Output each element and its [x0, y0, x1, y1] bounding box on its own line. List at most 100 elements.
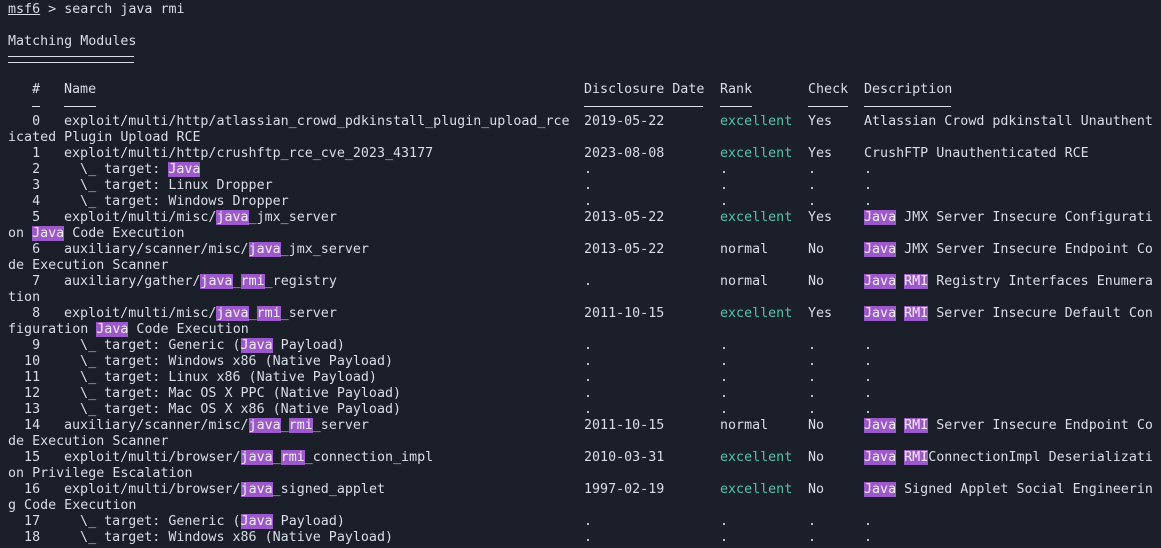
row-name: \_ target: Generic (Java Payload) — [64, 514, 345, 529]
row-num: 14 — [8, 418, 41, 433]
row-check: . — [808, 530, 817, 545]
row-desc: Java RMI Registry Interfaces Enumera — [864, 274, 1153, 289]
search-match-highlight: rmi — [280, 450, 305, 465]
row-num: 9 — [8, 338, 41, 353]
row-desc: Java RMI Server Insecure Endpoint Co — [864, 418, 1153, 433]
search-match-highlight: java — [240, 482, 273, 497]
row-rank: . — [720, 514, 729, 529]
row-rank: normal — [720, 418, 769, 433]
row-description-wrap: figuration Java Code Execution — [8, 322, 249, 337]
command-prompt-line: msf6 > search java rmi — [8, 2, 185, 18]
row-name: auxiliary/scanner/misc/java_rmi_server — [64, 418, 369, 433]
search-match-highlight: Java — [864, 482, 897, 497]
search-match-highlight: Java — [864, 418, 897, 433]
row-date: 2011-10-15 — [584, 418, 665, 433]
search-match-highlight: RMI — [904, 274, 929, 289]
search-match-highlight: Java — [240, 338, 273, 353]
search-match-highlight: RMI — [904, 450, 929, 465]
section-title: Matching Modules — [8, 34, 137, 49]
row-num: 5 — [8, 210, 41, 225]
row-date: 2013-05-22 — [584, 242, 665, 257]
row-name: auxiliary/scanner/misc/java_jmx_server — [64, 242, 369, 257]
row-desc: . — [864, 194, 873, 209]
row-date: . — [584, 162, 593, 177]
search-match-highlight: rmi — [256, 306, 281, 321]
row-num: 12 — [8, 386, 41, 401]
row-desc: CrushFTP Unauthenticated RCE — [864, 146, 1089, 161]
row-num: 1 — [8, 146, 41, 161]
row-description-wrap: icated Plugin Upload RCE — [8, 130, 201, 145]
row-rank: . — [720, 178, 729, 193]
row-check: No — [808, 482, 825, 497]
row-rank: excellent — [720, 114, 793, 129]
row-check: . — [808, 514, 817, 529]
row-description-wrap: g Code Execution — [8, 498, 137, 513]
header-check: Check — [808, 82, 849, 97]
row-check: . — [808, 194, 817, 209]
search-match-highlight: rmi — [240, 274, 265, 289]
row-rank: . — [720, 386, 729, 401]
row-rank: excellent — [720, 482, 793, 497]
search-match-highlight: Java — [864, 210, 897, 225]
row-desc: . — [864, 354, 873, 369]
row-num: 0 — [8, 114, 41, 129]
row-num: 2 — [8, 162, 41, 177]
row-check: Yes — [808, 210, 833, 225]
row-desc: Atlassian Crowd pdkinstall Unauthent — [864, 114, 1153, 129]
row-check: No — [808, 242, 825, 257]
row-check: No — [808, 274, 825, 289]
header-rule-description — [864, 106, 951, 107]
row-desc: . — [864, 402, 873, 417]
row-description-wrap: tion — [8, 290, 41, 305]
terminal-window[interactable]: msf6 > search java rmi Matching Modules … — [0, 0, 1161, 548]
row-date: 2023-08-08 — [584, 146, 665, 161]
row-description-wrap: de Execution Scanner — [8, 434, 169, 449]
search-match-highlight: java — [248, 242, 281, 257]
row-name: \_ target: Windows Dropper — [64, 194, 289, 209]
row-rank: normal — [720, 242, 769, 257]
row-name: \_ target: Java — [64, 162, 201, 177]
search-match-highlight: Java — [864, 306, 897, 321]
row-rank: . — [720, 162, 729, 177]
row-date: . — [584, 402, 593, 417]
row-desc: Java JMX Server Insecure Configurati — [864, 210, 1153, 225]
row-rank: normal — [720, 274, 769, 289]
row-date: . — [584, 386, 593, 401]
row-num: 18 — [8, 530, 41, 545]
row-name: \_ target: Linux Dropper — [64, 178, 273, 193]
prompt-separator: > — [40, 2, 65, 17]
row-name: \_ target: Generic (Java Payload) — [64, 338, 345, 353]
row-desc: Java RMI Server Insecure Default Con — [864, 306, 1153, 321]
row-rank: . — [720, 370, 729, 385]
search-match-highlight: java — [240, 450, 273, 465]
row-desc: . — [864, 386, 873, 401]
row-num: 3 — [8, 178, 41, 193]
header-rule-check — [808, 106, 848, 107]
row-rank: . — [720, 338, 729, 353]
row-check: . — [808, 338, 817, 353]
row-date: . — [584, 514, 593, 529]
row-name: \_ target: Linux x86 (Native Payload) — [64, 370, 377, 385]
row-name: \_ target: Mac OS X PPC (Native Payload) — [64, 386, 402, 401]
row-name: exploit/multi/browser/java_signed_applet — [64, 482, 385, 497]
row-num: 6 — [8, 242, 41, 257]
row-num: 13 — [8, 402, 41, 417]
row-name: exploit/multi/http/atlassian_crowd_pdkin… — [64, 114, 570, 129]
row-date: 2010-03-31 — [584, 450, 665, 465]
row-check: Yes — [808, 114, 833, 129]
search-match-highlight: Java — [96, 322, 129, 337]
row-num: 11 — [8, 370, 41, 385]
row-name: exploit/multi/misc/java_jmx_server — [64, 210, 337, 225]
row-rank: excellent — [720, 146, 793, 161]
row-name: \_ target: Windows x86 (Native Payload) — [64, 354, 393, 369]
row-desc: Java JMX Server Insecure Endpoint Co — [864, 242, 1153, 257]
row-rank: excellent — [720, 306, 793, 321]
row-name: exploit/multi/misc/java_rmi_server — [64, 306, 337, 321]
row-check: Yes — [808, 306, 833, 321]
header-description: Description — [864, 82, 953, 97]
row-rank: . — [720, 194, 729, 209]
row-num: 8 — [8, 306, 41, 321]
row-check: No — [808, 450, 825, 465]
search-match-highlight: RMI — [904, 418, 929, 433]
search-match-highlight: Java — [864, 274, 897, 289]
